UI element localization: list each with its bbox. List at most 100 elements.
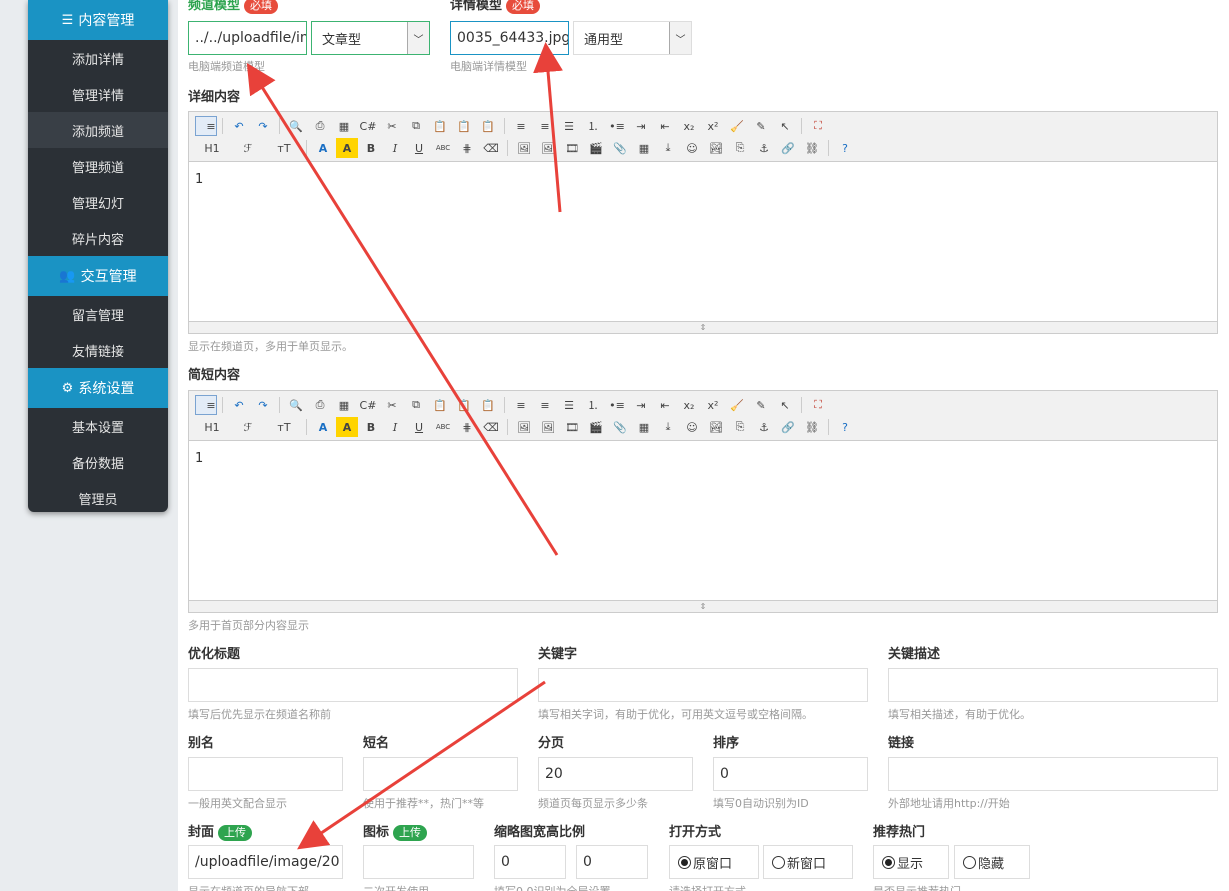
align-justify-icon[interactable]: ☰ <box>558 395 580 415</box>
select-all-icon[interactable]: ✎ <box>750 395 772 415</box>
image-icon[interactable]: 🖼 <box>513 417 535 437</box>
clear-format-icon[interactable]: 🧹 <box>726 395 748 415</box>
multi-image-icon[interactable]: 🖼 <box>537 417 559 437</box>
subscript-icon[interactable]: x₂ <box>678 116 700 136</box>
order-input[interactable]: 0 <box>713 757 868 791</box>
resize-handle[interactable]: ⇕ <box>189 321 1217 333</box>
print-icon[interactable]: ⎙ <box>309 116 331 136</box>
sidebar-item-add-detail[interactable]: 添加详情 <box>28 40 168 76</box>
unordered-list-icon[interactable]: •≡ <box>606 116 628 136</box>
strikethrough-icon[interactable]: ABC <box>432 417 454 437</box>
sidebar-item-backup[interactable]: 备份数据 <box>28 444 168 480</box>
cut-icon[interactable]: ✂ <box>381 116 403 136</box>
code-icon[interactable]: C# <box>357 116 379 136</box>
open-mode-new-window[interactable]: 新窗口 <box>763 845 853 879</box>
help-icon[interactable]: ? <box>834 138 856 158</box>
seo-title-input[interactable] <box>188 668 518 702</box>
flash-icon[interactable]: 🎞 <box>561 417 583 437</box>
picture-icon[interactable]: 🏞 <box>705 138 727 158</box>
attachment-icon[interactable]: 📎 <box>609 138 631 158</box>
insert-icon[interactable]: ⤓ <box>657 138 679 158</box>
picture-icon[interactable]: 🏞 <box>705 417 727 437</box>
copy-icon[interactable]: ⧉ <box>405 116 427 136</box>
thumb-height-input[interactable]: 0 <box>576 845 648 879</box>
image-icon[interactable]: 🖼 <box>513 138 535 158</box>
unlink-icon[interactable]: ⛓ <box>801 417 823 437</box>
media-icon[interactable]: 🎬 <box>585 138 607 158</box>
align-right-icon[interactable]: ≡ <box>534 116 556 136</box>
ordered-list-icon[interactable]: ⒈ <box>582 116 604 136</box>
strikethrough-icon[interactable]: ABC <box>432 138 454 158</box>
cursor-icon[interactable]: ↖ <box>774 116 796 136</box>
unordered-list-icon[interactable]: •≡ <box>606 395 628 415</box>
sidebar-item-messages[interactable]: 留言管理 <box>28 296 168 332</box>
detail-model-select[interactable]: 通用型 ﹀ <box>573 21 692 55</box>
indent-icon[interactable]: ⇥ <box>630 116 652 136</box>
redo-icon[interactable]: ↷ <box>252 395 274 415</box>
sidebar-item-add-channel[interactable]: 添加频道 <box>28 112 168 148</box>
italic-icon[interactable]: I <box>384 417 406 437</box>
sidebar-item-links[interactable]: 友情链接 <box>28 332 168 368</box>
cursor-icon[interactable]: ↖ <box>774 395 796 415</box>
table-grid-icon[interactable]: ⋕ <box>456 138 478 158</box>
keywords-input[interactable] <box>538 668 868 702</box>
heading-select[interactable]: H1 <box>195 138 229 158</box>
hot-show[interactable]: 显示 <box>873 845 949 879</box>
detail-model-input[interactable]: 0035_64433.jpg <box>450 21 569 55</box>
alias-input[interactable] <box>188 757 343 791</box>
sidebar-item-admin[interactable]: 管理员 <box>28 480 168 512</box>
print-icon[interactable]: ⎙ <box>309 395 331 415</box>
sidebar-section-content[interactable]: ☰ 内容管理 <box>28 0 168 40</box>
bold-icon[interactable]: B <box>360 138 382 158</box>
copy-icon[interactable]: ⧉ <box>405 395 427 415</box>
superscript-icon[interactable]: x² <box>702 395 724 415</box>
attachment-icon[interactable]: 📎 <box>609 417 631 437</box>
anchor-icon[interactable]: ⚓ <box>753 417 775 437</box>
redo-icon[interactable]: ↷ <box>252 116 274 136</box>
sidebar-item-manage-channel[interactable]: 管理频道 <box>28 148 168 184</box>
link-icon[interactable]: 🔗 <box>777 417 799 437</box>
clear-format-icon[interactable]: 🧹 <box>726 116 748 136</box>
paste-text-icon[interactable]: 📋 <box>453 395 475 415</box>
channel-model-select[interactable]: 文章型 ﹀ <box>311 21 430 55</box>
subscript-icon[interactable]: x₂ <box>678 395 700 415</box>
help-icon[interactable]: ? <box>834 417 856 437</box>
paste-word-icon[interactable]: 📋 <box>477 116 499 136</box>
heading-select[interactable]: H1 <box>195 417 229 437</box>
cut-icon[interactable]: ✂ <box>381 395 403 415</box>
font-color-icon[interactable]: A <box>312 417 334 437</box>
align-center-icon[interactable]: ≡ <box>510 116 532 136</box>
ordered-list-icon[interactable]: ⒈ <box>582 395 604 415</box>
underline-icon[interactable]: U <box>408 417 430 437</box>
upload-button[interactable]: 上传 <box>218 825 253 841</box>
bold-icon[interactable]: B <box>360 417 382 437</box>
editor-body[interactable]: 1 <box>189 441 1217 476</box>
sidebar-item-basic-settings[interactable]: 基本设置 <box>28 408 168 444</box>
multi-image-icon[interactable]: 🖼 <box>537 138 559 158</box>
outdent-icon[interactable]: ⇤ <box>654 395 676 415</box>
sidebar-item-fragments[interactable]: 碎片内容 <box>28 220 168 256</box>
detail-content-editor[interactable]: ▤ ↶↷ 🔍⎙▦C# ✂⧉📋📋📋 ≡≡≡☰ ⒈•≡⇥⇤ x₂x²🧹✎↖ ⛶ H1… <box>188 111 1218 334</box>
align-right-icon[interactable]: ≡ <box>534 395 556 415</box>
hot-hide[interactable]: 隐藏 <box>954 845 1030 879</box>
undo-icon[interactable]: ↶ <box>228 116 250 136</box>
icon-input[interactable] <box>363 845 474 879</box>
table-grid-icon[interactable]: ⋕ <box>456 417 478 437</box>
highlight-icon[interactable]: A <box>336 417 358 437</box>
superscript-icon[interactable]: x² <box>702 116 724 136</box>
eraser-icon[interactable]: ⌫ <box>480 417 502 437</box>
paste-text-icon[interactable]: 📋 <box>453 116 475 136</box>
emoji-icon[interactable]: ☺ <box>681 417 703 437</box>
outdent-icon[interactable]: ⇤ <box>654 116 676 136</box>
font-family-select[interactable]: ℱ <box>231 138 265 158</box>
italic-icon[interactable]: I <box>384 138 406 158</box>
font-family-select[interactable]: ℱ <box>231 417 265 437</box>
indent-icon[interactable]: ⇥ <box>630 395 652 415</box>
code-icon[interactable]: C# <box>357 395 379 415</box>
insert-icon[interactable]: ⤓ <box>657 417 679 437</box>
eraser-icon[interactable]: ⌫ <box>480 138 502 158</box>
underline-icon[interactable]: U <box>408 138 430 158</box>
thumb-width-input[interactable]: 0 <box>494 845 566 879</box>
short-name-input[interactable] <box>363 757 518 791</box>
open-mode-same-window[interactable]: 原窗口 <box>669 845 759 879</box>
